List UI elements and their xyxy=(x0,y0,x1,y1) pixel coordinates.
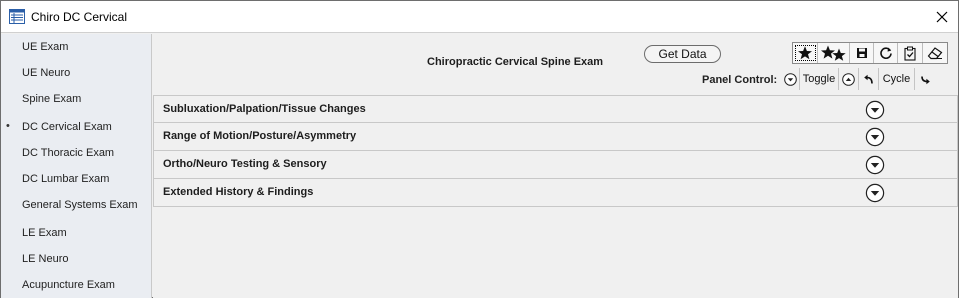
sidebar-item-spine-exam[interactable]: Spine Exam xyxy=(1,89,151,111)
chevron-down-icon[interactable] xyxy=(865,155,885,175)
section-title: Extended History & Findings xyxy=(163,186,314,198)
app-window: Chiro DC Cervical UE Exam UE Neuro Spine… xyxy=(0,0,959,298)
undo-arrow-icon[interactable] xyxy=(859,68,879,90)
refresh-icon[interactable] xyxy=(874,43,898,63)
double-star-icon[interactable] xyxy=(818,43,850,63)
expand-all-icon[interactable] xyxy=(781,68,800,90)
sidebar-item-general-systems-exam[interactable]: General Systems Exam xyxy=(1,195,151,217)
chevron-down-icon[interactable] xyxy=(865,183,885,203)
sidebar-item-label: UE Neuro xyxy=(22,67,71,79)
sidebar-item-le-exam[interactable]: LE Exam xyxy=(1,223,151,245)
title-bar: Chiro DC Cervical xyxy=(1,1,958,33)
panel-control-strip: Toggle Cycle xyxy=(781,68,935,90)
eraser-icon[interactable] xyxy=(923,43,947,63)
main-panel: Chiropractic Cervical Spine Exam Get Dat… xyxy=(153,34,958,298)
clipboard-check-icon[interactable] xyxy=(898,43,923,63)
sidebar-item-label: LE Neuro xyxy=(22,253,69,265)
sidebar-item-label: General Systems Exam xyxy=(22,199,138,211)
panel-control-label: Panel Control: xyxy=(702,74,778,86)
exam-sections: Subluxation/Palpation/Tissue Changes Ran… xyxy=(153,95,958,207)
sidebar-item-label: DC Lumbar Exam xyxy=(22,173,110,185)
window-title: Chiro DC Cervical xyxy=(31,10,128,24)
sidebar-item-dc-cervical-exam[interactable]: • DC Cervical Exam xyxy=(1,117,151,139)
sidebar-item-acupuncture-exam[interactable]: Acupuncture Exam xyxy=(1,275,151,297)
toolbar xyxy=(792,42,948,64)
sidebar-item-ue-exam[interactable]: UE Exam xyxy=(1,37,151,59)
toggle-button[interactable]: Toggle xyxy=(800,68,839,90)
sidebar-item-label: Spine Exam xyxy=(22,93,82,105)
cycle-button[interactable]: Cycle xyxy=(879,68,915,90)
sidebar-item-label: DC Cervical Exam xyxy=(22,121,112,133)
sidebar-item-label: Acupuncture Exam xyxy=(22,279,115,291)
redo-arrow-icon[interactable] xyxy=(915,68,935,90)
collapse-all-icon[interactable] xyxy=(839,68,859,90)
section-title: Range of Motion/Posture/Asymmetry xyxy=(163,130,357,142)
section-range-of-motion[interactable]: Range of Motion/Posture/Asymmetry xyxy=(153,123,958,151)
sidebar-item-dc-thoracic-exam[interactable]: DC Thoracic Exam xyxy=(1,143,151,165)
section-extended-history[interactable]: Extended History & Findings xyxy=(153,179,958,207)
sidebar-item-dc-lumbar-exam[interactable]: DC Lumbar Exam xyxy=(1,169,151,191)
star-icon[interactable] xyxy=(793,43,818,63)
get-data-button[interactable]: Get Data xyxy=(644,45,721,63)
sidebar: UE Exam UE Neuro Spine Exam • DC Cervica… xyxy=(1,34,152,298)
section-title: Ortho/Neuro Testing & Sensory xyxy=(163,158,327,170)
sidebar-item-ue-neuro[interactable]: UE Neuro xyxy=(1,63,151,85)
chevron-down-icon[interactable] xyxy=(865,127,885,147)
form-icon xyxy=(9,9,25,24)
section-title: Subluxation/Palpation/Tissue Changes xyxy=(163,103,366,115)
save-icon[interactable] xyxy=(850,43,874,63)
sidebar-item-label: UE Exam xyxy=(22,41,69,53)
section-ortho-neuro[interactable]: Ortho/Neuro Testing & Sensory xyxy=(153,151,958,179)
selected-bullet: • xyxy=(6,120,10,132)
sidebar-item-le-neuro[interactable]: LE Neuro xyxy=(1,249,151,271)
section-subluxation[interactable]: Subluxation/Palpation/Tissue Changes xyxy=(153,95,958,123)
sidebar-item-label: LE Exam xyxy=(22,227,67,239)
chevron-down-icon[interactable] xyxy=(865,100,885,120)
page-title: Chiropractic Cervical Spine Exam xyxy=(427,56,604,68)
sidebar-item-label: DC Thoracic Exam xyxy=(22,147,115,159)
close-icon[interactable] xyxy=(929,5,955,29)
